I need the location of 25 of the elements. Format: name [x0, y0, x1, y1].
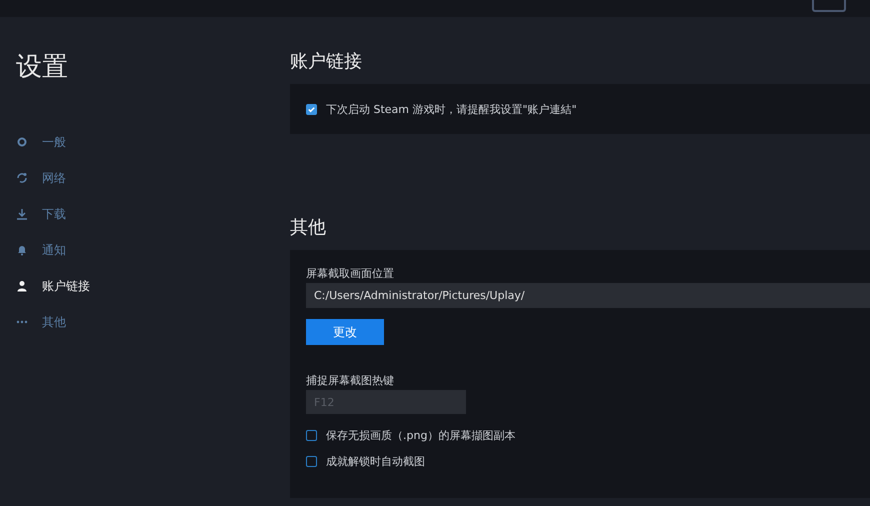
path-field[interactable]: C:/Users/Administrator/Pictures/Uplay/ — [306, 283, 870, 308]
section-title: 账户链接 — [290, 50, 363, 74]
field-label: 捕捉屏幕截图热键 — [306, 373, 395, 388]
checkbox-label: 保存无损画质（.png）的屏幕擷图副本 — [326, 428, 516, 442]
sidebar-item[interactable]: 网络 — [16, 160, 66, 196]
checkbox[interactable] — [306, 456, 317, 466]
change-button[interactable]: 更改 — [306, 319, 384, 345]
bell-icon — [16, 244, 28, 256]
network-icon — [16, 172, 28, 184]
person-icon — [16, 280, 28, 292]
sidebar-item[interactable]: 一般 — [16, 124, 66, 160]
checkbox[interactable] — [306, 104, 317, 114]
sidebar-item[interactable]: 其他 — [16, 304, 66, 340]
checkbox-label: 下次启动 Steam 游戏时，请提醒我设置"账户連結" — [326, 102, 577, 116]
top-bar-button[interactable] — [812, 0, 846, 12]
checkbox[interactable] — [306, 430, 317, 440]
checkbox-label: 成就解锁时自动截图 — [326, 454, 425, 468]
field-label: 屏幕截取画面位置 — [306, 266, 395, 281]
gear-icon — [16, 136, 28, 148]
sidebar-item[interactable]: 下载 — [16, 196, 66, 232]
section-title: 其他 — [290, 216, 327, 240]
download-icon — [16, 208, 28, 220]
settings-title: 设置 — [16, 51, 69, 84]
sidebar-item[interactable]: 账户链接 — [16, 268, 90, 304]
sidebar-item[interactable]: 通知 — [16, 232, 66, 268]
